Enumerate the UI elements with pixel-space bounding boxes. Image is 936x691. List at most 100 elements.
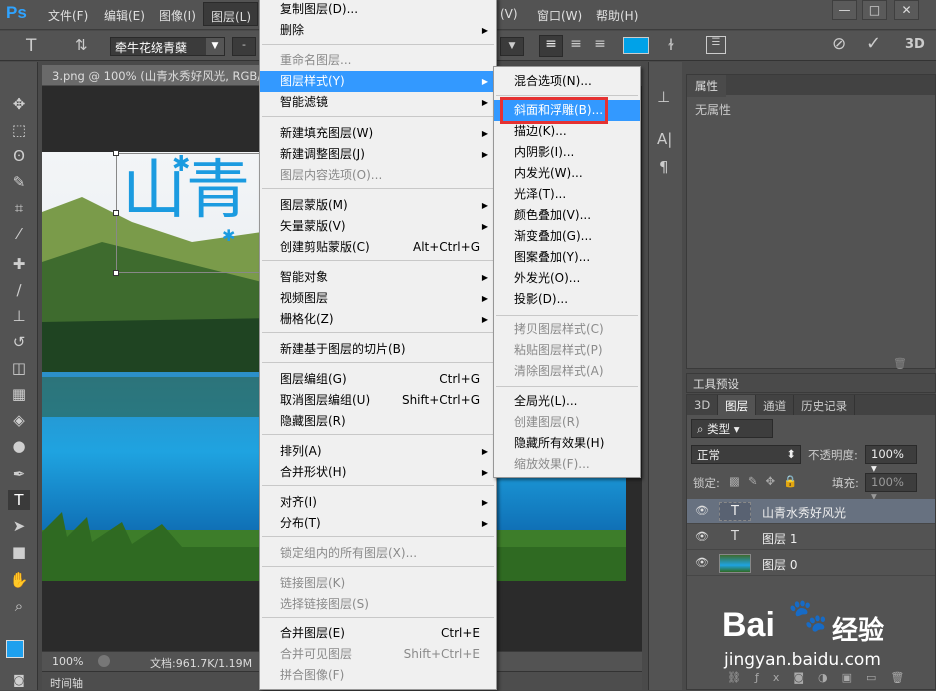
menu-item[interactable]: 合并形状(H) ▶ — [260, 462, 496, 483]
crop-tool-icon[interactable]: ⌗ — [8, 198, 30, 218]
menu-item[interactable]: 清除图层样式(A) — [494, 361, 640, 382]
tab-history[interactable]: 历史记录 — [794, 395, 856, 415]
menu-item[interactable]: 图层内容选项(O)... — [260, 165, 496, 186]
tab-3d[interactable]: 3D — [687, 395, 719, 415]
visibility-eye-icon[interactable]: 👁 — [695, 556, 709, 569]
quick-select-tool-icon[interactable]: ✎ — [8, 172, 30, 192]
menu-item[interactable]: 对齐(I) ▶ — [260, 492, 496, 513]
font-style-select[interactable]: - — [232, 37, 256, 56]
rectangle-tool-icon[interactable]: ■ — [8, 542, 30, 562]
path-select-icon[interactable]: ➤ — [8, 516, 30, 536]
menu-item[interactable]: 新建基于图层的切片(B) — [260, 339, 496, 360]
stamp-tool-icon[interactable]: ⊥ — [8, 306, 30, 326]
character-panel-icon[interactable]: A| — [657, 130, 672, 148]
font-family-select[interactable]: 牵牛花绕青蘖 ▼ — [110, 37, 225, 56]
menu-item[interactable]: 隐藏所有效果(H) — [494, 433, 640, 454]
orientation-toggle-icon[interactable]: ⇅ — [75, 36, 88, 54]
menu-item[interactable]: 颜色叠加(V)... — [494, 205, 640, 226]
menu-item[interactable]: 隐藏图层(R) — [260, 411, 496, 432]
layer-row[interactable]: 👁 T 图层 1 — [687, 525, 935, 550]
menu-file[interactable]: 文件(F) — [48, 7, 88, 24]
menu-item[interactable]: 创建剪贴蒙版(C) Alt+Ctrl+G — [260, 237, 496, 258]
menu-item[interactable]: 图层编组(G) Ctrl+G — [260, 369, 496, 390]
menu-item[interactable]: 栅格化(Z) ▶ — [260, 309, 496, 330]
stamp-panel-icon[interactable]: ⊥ — [657, 88, 670, 106]
menu-item[interactable]: 智能对象 ▶ — [260, 267, 496, 288]
menu-item[interactable]: 排列(A) ▶ — [260, 441, 496, 462]
menu-item[interactable]: 内阴影(I)... — [494, 142, 640, 163]
layer-row[interactable]: 👁 T 山青水秀好风光 — [687, 499, 935, 524]
menu-item[interactable]: 投影(D)... — [494, 289, 640, 310]
pen-tool-icon[interactable]: ✒ — [8, 464, 30, 484]
marquee-tool-icon[interactable]: ⬚ — [8, 120, 30, 140]
close-button[interactable]: ✕ — [894, 0, 919, 20]
hand-tool-icon[interactable]: ✋ — [8, 570, 30, 590]
menu-view[interactable]: (V) — [500, 7, 518, 21]
menu-layer[interactable]: 图层(L) — [203, 2, 258, 26]
menu-item[interactable]: 内发光(W)... — [494, 163, 640, 184]
layer-name[interactable]: 图层 1 — [762, 530, 797, 547]
blend-mode-select[interactable]: 正常 ⬍ — [691, 445, 801, 464]
visibility-eye-icon[interactable]: 👁 — [695, 530, 709, 543]
menu-item[interactable]: 新建调整图层(J) ▶ — [260, 144, 496, 165]
warp-text-icon[interactable]: ɫ — [668, 36, 674, 54]
menu-item[interactable]: 外发光(O)... — [494, 268, 640, 289]
eraser-tool-icon[interactable]: ◫ — [8, 358, 30, 378]
menu-item[interactable]: 视频图层 ▶ — [260, 288, 496, 309]
menu-item[interactable]: 全局光(L)... — [494, 391, 640, 412]
gradient-tool-icon[interactable]: ▦ — [8, 384, 30, 404]
transform-handle[interactable] — [113, 270, 119, 276]
transform-handle[interactable] — [113, 150, 119, 156]
menu-item[interactable]: 描边(K)... — [494, 121, 640, 142]
align-center-icon[interactable]: ≡ — [565, 36, 587, 56]
align-left-icon[interactable]: ≡ — [539, 35, 563, 57]
paragraph-panel-icon[interactable]: ¶ — [659, 158, 669, 176]
menu-item[interactable]: 拷贝图层样式(C) — [494, 319, 640, 340]
menu-item[interactable]: 缩放效果(F)... — [494, 454, 640, 475]
move-tool-icon[interactable]: ✥ — [8, 94, 30, 114]
align-right-icon[interactable]: ≡ — [589, 36, 611, 56]
menu-item[interactable]: 混合选项(N)... — [494, 71, 640, 92]
menu-item[interactable]: 复制图层(D)... — [260, 0, 496, 20]
maximize-button[interactable]: □ — [862, 0, 887, 20]
menu-item[interactable]: 选择链接图层(S) — [260, 594, 496, 615]
antialias-select[interactable]: ▼ — [500, 37, 524, 56]
menu-item[interactable]: 拼合图像(F) — [260, 665, 496, 686]
menu-item[interactable]: 光泽(T)... — [494, 184, 640, 205]
foreground-color[interactable] — [6, 640, 24, 658]
menu-help[interactable]: 帮助(H) — [596, 7, 638, 24]
document-tab[interactable]: 3.png @ 100% (山青水秀好风光, RGB/ — [42, 65, 262, 85]
menu-window[interactable]: 窗口(W) — [537, 7, 582, 24]
zoom-tool-icon[interactable]: ⌕ — [8, 596, 30, 616]
layer-row[interactable]: 👁 图层 0 — [687, 551, 935, 576]
tab-layers[interactable]: 图层 — [718, 395, 757, 415]
menu-item[interactable]: 合并图层(E) Ctrl+E — [260, 623, 496, 644]
zoom-level[interactable]: 100% — [52, 655, 83, 668]
lock-icons[interactable]: ▩✎✥🔒 — [729, 474, 805, 488]
menu-item[interactable]: 矢量蒙版(V) ▶ — [260, 216, 496, 237]
fill-input[interactable]: 100% ▾ — [865, 473, 917, 503]
eyedropper-tool-icon[interactable]: ⁄ — [8, 224, 30, 244]
menu-item[interactable]: 分布(T) ▶ — [260, 513, 496, 534]
tab-channels[interactable]: 通道 — [756, 395, 795, 415]
lasso-tool-icon[interactable]: ʘ — [8, 146, 30, 166]
properties-tab[interactable]: 属性 — [687, 75, 726, 97]
cancel-icon[interactable]: ⊘ — [832, 34, 846, 54]
visibility-eye-icon[interactable]: 👁 — [695, 504, 709, 517]
blur-tool-icon[interactable]: ◈ — [8, 410, 30, 430]
menu-item[interactable]: 链接图层(K) — [260, 573, 496, 594]
tool-presets-tab[interactable]: 工具预设 — [686, 373, 936, 393]
character-panel-icon[interactable]: ☰ — [706, 36, 726, 54]
dodge-tool-icon[interactable]: ● — [8, 436, 30, 456]
type-tool-icon[interactable]: T — [26, 36, 36, 56]
menu-edit[interactable]: 编辑(E) — [104, 7, 145, 24]
menu-item[interactable]: 智能滤镜 ▶ — [260, 92, 496, 113]
menu-item[interactable]: 合并可见图层 Shift+Ctrl+E — [260, 644, 496, 665]
menu-item[interactable]: 新建填充图层(W) ▶ — [260, 123, 496, 144]
history-brush-icon[interactable]: ↺ — [8, 332, 30, 352]
menu-item[interactable]: 粘贴图层样式(P) — [494, 340, 640, 361]
menu-item[interactable]: 图层样式(Y) ▶ — [260, 71, 496, 92]
minimize-button[interactable]: — — [832, 0, 857, 20]
transform-handle[interactable] — [113, 210, 119, 216]
menu-item[interactable]: 锁定组内的所有图层(X)... — [260, 543, 496, 564]
